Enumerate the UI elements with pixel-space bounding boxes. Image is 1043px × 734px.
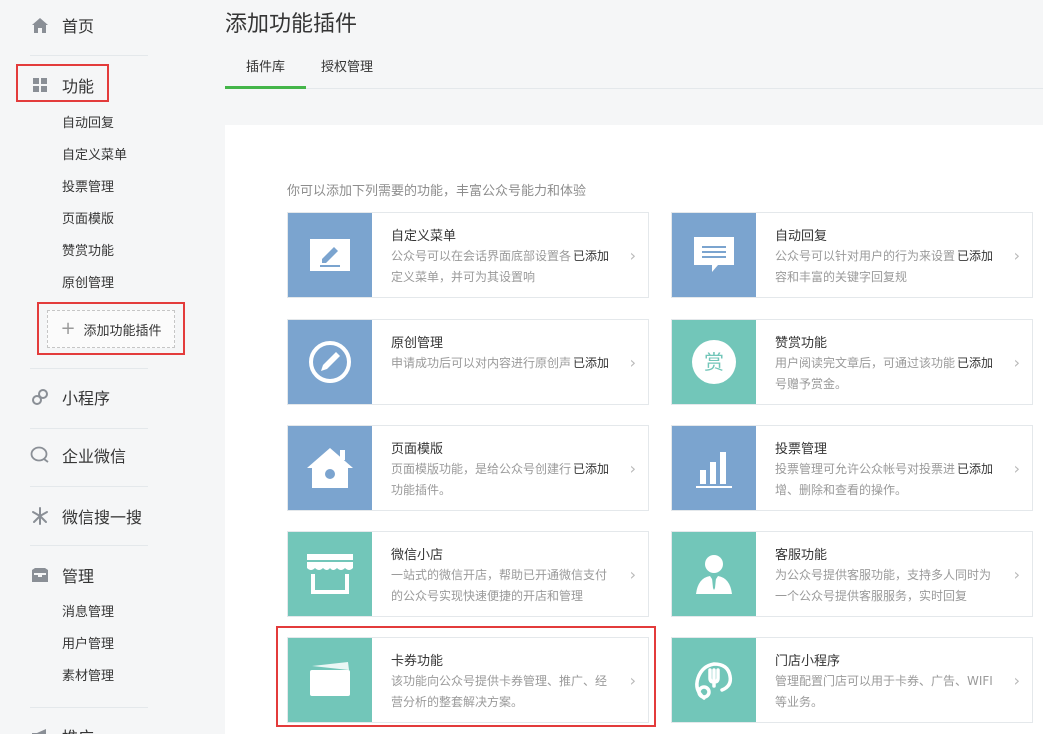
plugin-card-store-mini-program[interactable]: 门店小程序 管理配置门店可以用于卡券、广告、WIFI等业务。 › bbox=[671, 637, 1033, 723]
page-title: 添加功能插件 bbox=[225, 12, 358, 37]
divider bbox=[30, 368, 148, 369]
card-title: 自定义菜单 bbox=[391, 229, 457, 244]
sidebar-item-page-template[interactable]: 页面模版 bbox=[62, 210, 114, 230]
nav-features-label: 功能 bbox=[62, 77, 95, 96]
plugin-card-vote[interactable]: 投票管理 投票管理可允许公众帐号对投票进行新增、删除和查看的操作。 已添加 › bbox=[671, 425, 1033, 511]
added-status: 已添加 bbox=[955, 354, 994, 371]
card-title: 投票管理 bbox=[775, 442, 828, 457]
chevron-right-icon: › bbox=[629, 353, 636, 372]
bar-chart-icon bbox=[672, 426, 756, 510]
tab-bar: 插件库 授权管理 bbox=[225, 52, 1043, 89]
nav-mini-program[interactable]: 小程序 bbox=[30, 383, 110, 411]
edit-square-icon bbox=[288, 213, 372, 297]
nav-promote-label: 推广 bbox=[62, 724, 94, 734]
divider bbox=[30, 428, 148, 429]
nav-manage[interactable]: 管理 bbox=[30, 561, 94, 589]
plugin-card-custom-menu[interactable]: 自定义菜单 公众号可以在会话界面底部设置各样的自定义菜单，并可为其设置响 已添加… bbox=[287, 212, 649, 298]
intro-text: 你可以添加下列需要的功能，丰富公众号能力和体验 bbox=[287, 184, 587, 199]
card-title: 客服功能 bbox=[775, 548, 828, 563]
card-icon bbox=[288, 638, 372, 722]
sidebar-item-users[interactable]: 用户管理 bbox=[62, 635, 114, 655]
card-desc: 管理配置门店可以用于卡券、广告、WIFI等业务。 bbox=[775, 674, 993, 709]
chat-bubble-icon bbox=[30, 445, 50, 465]
sidebar-item-auto-reply[interactable]: 自动回复 bbox=[62, 114, 114, 134]
pencil-circle-icon bbox=[288, 320, 372, 404]
nav-enterprise-wechat[interactable]: 企业微信 bbox=[30, 441, 126, 469]
chevron-right-icon: › bbox=[629, 671, 636, 690]
card-desc: 该功能向公众号提供卡券管理、推广、经营分析的整套解决方案。 bbox=[391, 674, 608, 709]
sidebar-item-vote[interactable]: 投票管理 bbox=[62, 178, 114, 198]
house-icon bbox=[288, 426, 372, 510]
nav-enterprise-wechat-label: 企业微信 bbox=[62, 447, 127, 466]
nav-home-label: 首页 bbox=[62, 17, 95, 36]
plugin-card-customer-service[interactable]: 客服功能 为公众号提供客服功能，支持多人同时为一个公众号提供客服服务，实时回复 … bbox=[671, 531, 1033, 617]
chevron-right-icon: › bbox=[1013, 565, 1020, 584]
card-title: 赞赏功能 bbox=[775, 336, 828, 351]
plugin-card-page-template[interactable]: 页面模版 页面模版功能，是给公众号创建行业页的功能插件。 已添加 › bbox=[287, 425, 649, 511]
sidebar-item-original[interactable]: 原创管理 bbox=[62, 274, 114, 294]
sidebar-item-messages[interactable]: 消息管理 bbox=[62, 603, 114, 623]
added-status: 已添加 bbox=[571, 354, 610, 371]
chevron-right-icon: › bbox=[1013, 671, 1020, 690]
sidebar-item-materials[interactable]: 素材管理 bbox=[62, 667, 114, 687]
divider bbox=[30, 545, 148, 546]
sidebar-item-custom-menu[interactable]: 自定义菜单 bbox=[62, 146, 127, 166]
shop-icon bbox=[288, 532, 372, 616]
sidebar-item-reward[interactable]: 赞赏功能 bbox=[62, 242, 114, 262]
plugin-card-wechat-shop[interactable]: 微信小店 一站式的微信开店，帮助已开通微信支付的公众号实现快速便捷的开店和管理 … bbox=[287, 531, 649, 617]
divider bbox=[30, 707, 148, 708]
plugin-card-auto-reply[interactable]: 自动回复 公众号可以针对用户的行为来设置回复内容和丰富的关键字回复规 已添加 › bbox=[671, 212, 1033, 298]
nav-search[interactable]: 微信搜一搜 bbox=[30, 502, 142, 530]
inbox-icon bbox=[30, 565, 50, 585]
service-person-icon bbox=[672, 532, 756, 616]
nav-manage-label: 管理 bbox=[62, 567, 95, 586]
megaphone-icon bbox=[30, 726, 50, 734]
card-desc: 为公众号提供客服功能，支持多人同时为一个公众号提供客服服务，实时回复 bbox=[775, 568, 992, 603]
chevron-right-icon: › bbox=[629, 246, 636, 265]
nav-features[interactable]: 功能 bbox=[30, 71, 94, 99]
nav-search-label: 微信搜一搜 bbox=[62, 508, 143, 527]
add-plugin-button[interactable]: + 添加功能插件 bbox=[47, 310, 175, 348]
tab-authorization[interactable]: 授权管理 bbox=[313, 52, 381, 89]
reward-icon: 赏 bbox=[672, 320, 756, 404]
card-title: 卡券功能 bbox=[391, 654, 444, 669]
chevron-right-icon: › bbox=[629, 565, 636, 584]
card-title: 微信小店 bbox=[391, 548, 444, 563]
card-title: 页面模版 bbox=[391, 442, 444, 457]
tab-plugin-library[interactable]: 插件库 bbox=[225, 52, 306, 89]
grid-icon bbox=[30, 75, 50, 95]
chevron-right-icon: › bbox=[1013, 459, 1020, 478]
card-title: 自动回复 bbox=[775, 229, 828, 244]
card-title: 门店小程序 bbox=[775, 654, 841, 669]
added-status: 已添加 bbox=[955, 247, 994, 264]
plus-icon: + bbox=[60, 318, 76, 339]
plugin-card-original[interactable]: 原创管理 申请成功后可以对内容进行原创声明 已添加 › bbox=[287, 319, 649, 405]
nav-mini-program-label: 小程序 bbox=[62, 389, 111, 408]
card-title: 原创管理 bbox=[391, 336, 444, 351]
svg-text:赏: 赏 bbox=[704, 350, 724, 374]
plugin-card-reward[interactable]: 赏 赞赏功能 用户阅读完文章后，可通过该功能向公众号赠予赏金。 已添加 › bbox=[671, 319, 1033, 405]
chevron-right-icon: › bbox=[1013, 246, 1020, 265]
home-icon bbox=[30, 15, 50, 35]
mini-program-icon bbox=[30, 387, 50, 407]
plugin-card-coupon[interactable]: 卡券功能 该功能向公众号提供卡券管理、推广、经营分析的整套解决方案。 › bbox=[287, 637, 649, 723]
divider bbox=[30, 486, 148, 487]
sidebar: 首页 功能 自动回复 自定义菜单 投票管理 页面模版 赞赏功能 原创管理 + 添… bbox=[0, 0, 200, 734]
card-desc: 一站式的微信开店，帮助已开通微信支付的公众号实现快速便捷的开店和管理 bbox=[391, 568, 608, 603]
fork-pin-icon bbox=[672, 638, 756, 722]
added-status: 已添加 bbox=[571, 247, 610, 264]
nav-home[interactable]: 首页 bbox=[30, 11, 94, 39]
sparkle-icon bbox=[30, 506, 50, 526]
nav-promote[interactable]: 推广 bbox=[30, 722, 94, 734]
message-icon bbox=[672, 213, 756, 297]
added-status: 已添加 bbox=[571, 460, 610, 477]
chevron-right-icon: › bbox=[629, 459, 636, 478]
divider bbox=[30, 55, 148, 56]
add-plugin-label: 添加功能插件 bbox=[83, 323, 162, 339]
chevron-right-icon: › bbox=[1013, 353, 1020, 372]
added-status: 已添加 bbox=[955, 460, 994, 477]
